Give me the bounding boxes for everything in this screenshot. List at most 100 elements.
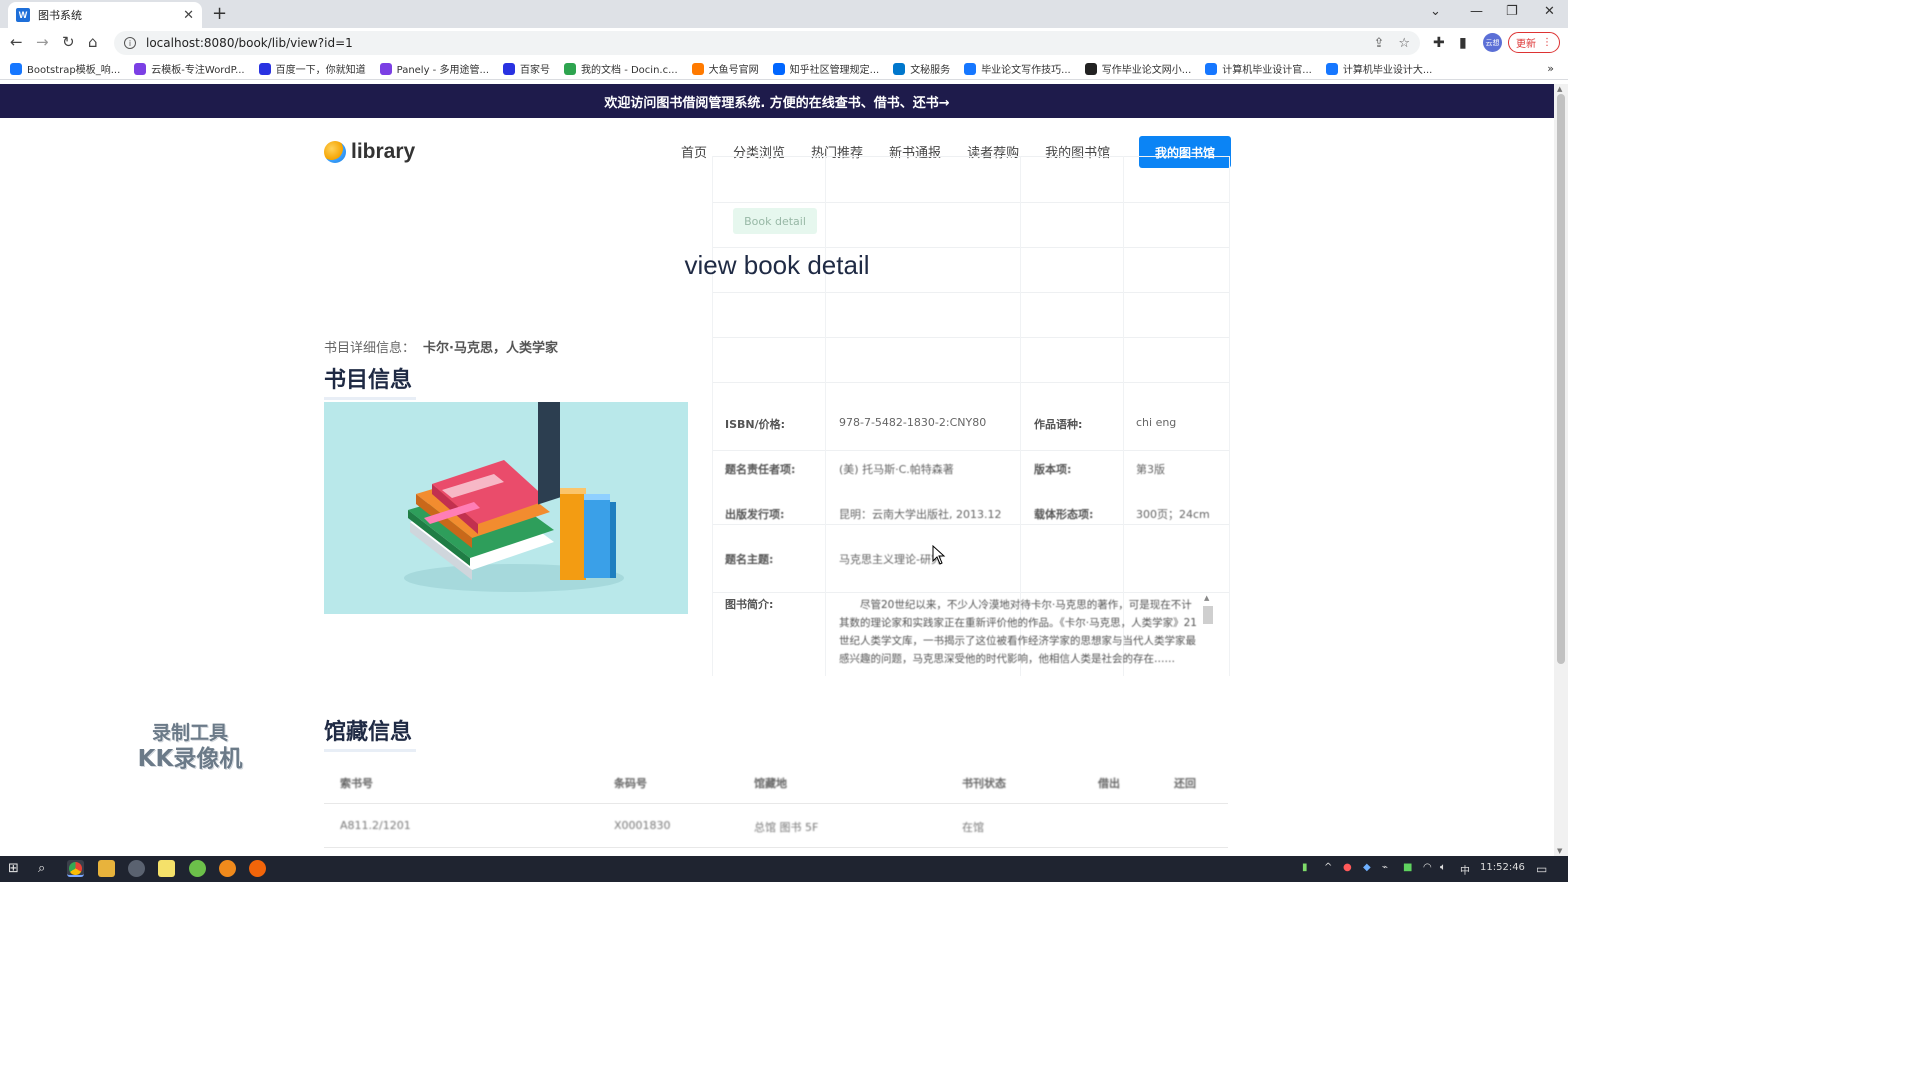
close-window-icon[interactable]: ✕ xyxy=(1544,4,1555,19)
bookmark-item[interactable]: 计算机毕业设计大... xyxy=(1325,61,1432,76)
site-logo[interactable]: library xyxy=(324,140,415,164)
minimize-icon[interactable]: — xyxy=(1470,4,1483,19)
bookmark-item[interactable]: Bootstrap模板_响... xyxy=(10,61,120,76)
battery-icon[interactable]: ▮ xyxy=(1302,862,1308,873)
browser-tab[interactable]: W 图书系统 ✕ xyxy=(8,2,202,28)
summary-scrollbar[interactable]: ▲ xyxy=(1202,594,1214,678)
bookmark-favicon-icon xyxy=(691,62,704,75)
forward-icon[interactable]: → xyxy=(36,33,49,51)
bookmark-label: 计算机毕业设计官... xyxy=(1222,65,1312,76)
update-label: 更新 xyxy=(1516,39,1536,50)
recorder-app-icon[interactable] xyxy=(249,860,266,877)
tab-close-icon[interactable]: ✕ xyxy=(183,8,194,23)
bookmark-item[interactable]: Panely - 多用途管... xyxy=(379,61,489,76)
section-title-book-info: 书目信息 xyxy=(324,362,417,400)
page-title: view book detail xyxy=(684,250,870,280)
book-title: 卡尔·马克思，人类学家 xyxy=(423,341,558,356)
book-summary: 尽管20世纪以来，不少人冷漠地对待卡尔·马克思的著作，可是现在不计其数的理论家和… xyxy=(839,599,1197,665)
address-bar[interactable]: i localhost:8080/book/lib/view?id=1 ⇪ ☆ xyxy=(114,31,1420,55)
tray-app-blue-icon[interactable]: ◆ xyxy=(1363,862,1371,873)
tab-search-chevron-icon[interactable]: ⌄ xyxy=(1430,4,1441,19)
ime-indicator[interactable]: 中 xyxy=(1460,862,1470,877)
info-key: 题名主题: xyxy=(725,553,774,566)
holdings-cell: 在馆 xyxy=(962,821,984,834)
file-explorer-icon[interactable] xyxy=(98,860,115,877)
bookmark-favicon-icon xyxy=(503,62,516,75)
notepad-app-icon[interactable] xyxy=(158,860,175,877)
tab-title: 图书系统 xyxy=(38,9,82,22)
holdings-header-cell: 馆藏地 xyxy=(754,777,787,790)
bookmark-favicon-icon xyxy=(1084,62,1097,75)
info-key: 题名责任者项: xyxy=(725,463,796,476)
share-icon[interactable]: ⇪ xyxy=(1373,36,1384,51)
bookmark-item[interactable]: 计算机毕业设计官... xyxy=(1205,61,1312,76)
bookmark-favicon-icon xyxy=(964,62,977,75)
app-search-orange-icon[interactable] xyxy=(219,860,236,877)
notification-icon[interactable]: ▭ xyxy=(1536,862,1547,876)
watermark-line-2: KK录像机 xyxy=(137,746,243,772)
side-panel-icon[interactable]: ▮ xyxy=(1459,35,1467,51)
bookmark-item[interactable]: 写作毕业论文网小... xyxy=(1084,61,1191,76)
windows-taskbar: ⊞ ⌕ ▮ ^ ● ◆ ⌁ ■ ◠ 🔈︎ 中 11:52:46 ▭ xyxy=(0,856,1568,882)
books-illustration-icon xyxy=(404,402,624,592)
back-icon[interactable]: ← xyxy=(10,33,23,51)
start-icon[interactable]: ⊞ xyxy=(8,861,19,876)
bookmark-item[interactable]: 云模板-专注WordP... xyxy=(134,61,245,76)
recorder-watermark: 录制工具 KK录像机 xyxy=(132,720,248,772)
bookmark-item[interactable]: 百度一下，你就知道 xyxy=(258,61,366,76)
info-key: 载体形态项: xyxy=(1034,508,1094,521)
summary-label: 图书简介: xyxy=(725,598,774,611)
tray-usb-icon[interactable]: ⌁ xyxy=(1382,862,1388,873)
bookmark-item[interactable]: 文秘服务 xyxy=(893,61,950,76)
app-green-icon[interactable] xyxy=(189,860,206,877)
bookmark-item[interactable]: 百家号 xyxy=(503,61,550,76)
clock[interactable]: 11:52:46 xyxy=(1480,862,1525,873)
summary-scroll-thumb[interactable] xyxy=(1203,606,1213,624)
scroll-up-icon[interactable]: ▲ xyxy=(1557,85,1562,93)
tray-app-green-icon[interactable]: ■ xyxy=(1403,862,1412,873)
bookmark-item[interactable]: 大鱼号官网 xyxy=(691,61,759,76)
network-icon[interactable]: ◠ xyxy=(1423,862,1432,873)
holdings-cell: A811.2/1201 xyxy=(340,819,411,832)
chrome-app-icon[interactable] xyxy=(67,860,84,877)
bookmark-label: 知乎社区管理规定... xyxy=(789,65,880,76)
bookmark-item[interactable]: 知乎社区管理规定... xyxy=(772,61,880,76)
page-viewport: 欢迎访问图书借阅管理系统. 方便的在线查书、借书、还书→ library 首页 … xyxy=(0,84,1554,856)
home-icon[interactable]: ⌂ xyxy=(88,33,98,51)
tray-expand-icon[interactable]: ^ xyxy=(1324,862,1332,873)
holdings-header-cell: 还回 xyxy=(1174,777,1196,790)
new-tab-icon[interactable]: + xyxy=(212,3,227,24)
book-detail-pill: Book detail xyxy=(733,208,817,234)
tray-app-red-icon[interactable]: ● xyxy=(1343,862,1352,873)
nav-home[interactable]: 首页 xyxy=(681,142,707,161)
info-value: 300页；24cm xyxy=(1136,508,1210,521)
bookmarks-overflow-icon[interactable]: » xyxy=(1547,62,1554,75)
bookmark-star-icon[interactable]: ☆ xyxy=(1398,36,1410,51)
menu-dots-icon: ⋮ xyxy=(1542,37,1552,48)
extensions-icon[interactable]: ✚ xyxy=(1433,35,1445,51)
settings-app-icon[interactable] xyxy=(128,860,145,877)
bookmark-favicon-icon xyxy=(772,62,785,75)
bookmark-favicon-icon xyxy=(564,62,577,75)
reload-icon[interactable]: ↻ xyxy=(62,33,75,51)
scroll-down-icon[interactable]: ▼ xyxy=(1557,847,1562,855)
page-scrollbar[interactable]: ▲ ▼ xyxy=(1554,84,1568,856)
bookmark-item[interactable]: 我的文档 - Docin.c... xyxy=(564,61,678,76)
logo-globe-icon xyxy=(324,141,346,163)
info-value: 昆明：云南大学出版社, 2013.12 xyxy=(839,508,1002,521)
page-scroll-thumb[interactable] xyxy=(1557,94,1565,664)
site-info-icon[interactable]: i xyxy=(124,37,136,49)
summary-scroll-up-icon[interactable]: ▲ xyxy=(1204,594,1209,602)
update-button[interactable]: 更新 ⋮ xyxy=(1508,32,1560,53)
search-icon[interactable]: ⌕ xyxy=(38,861,45,876)
welcome-banner[interactable]: 欢迎访问图书借阅管理系统. 方便的在线查书、借书、还书→ xyxy=(0,84,1554,118)
bookmark-favicon-icon xyxy=(258,62,271,75)
bookmark-label: 云模板-专注WordP... xyxy=(151,65,245,76)
restore-icon[interactable]: ❐ xyxy=(1506,4,1518,19)
detail-label-text: 书目详细信息： xyxy=(324,341,416,356)
volume-icon[interactable]: 🔈︎ xyxy=(1440,862,1446,873)
watermark-line-1: 录制工具 xyxy=(151,722,228,744)
profile-avatar[interactable]: 云想 xyxy=(1483,33,1502,52)
bookmark-item[interactable]: 毕业论文写作技巧... xyxy=(964,61,1071,76)
bookmark-favicon-icon xyxy=(134,62,147,75)
